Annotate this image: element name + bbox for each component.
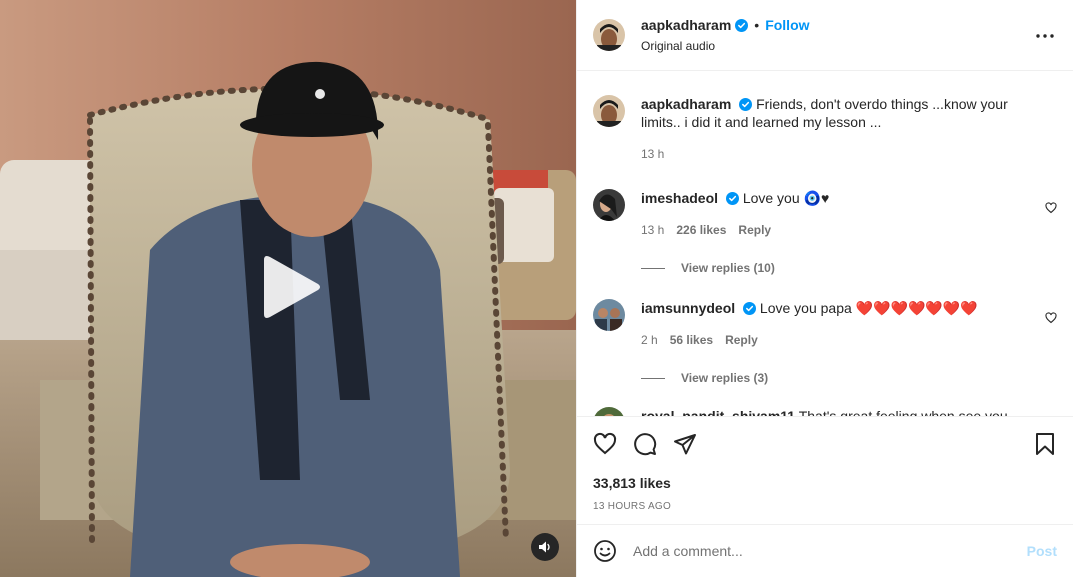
comments-list[interactable]: aapkadharam Friends, don't overdo things… [577, 71, 1073, 416]
comment-heart-icon[interactable] [1045, 311, 1057, 324]
comment-time[interactable]: 2 h [641, 331, 658, 349]
commenter-username[interactable]: royal_pandit_shivam11 [641, 408, 795, 416]
commenter-avatar[interactable] [593, 189, 625, 221]
verified-badge-icon [739, 97, 753, 111]
comment-input[interactable] [633, 543, 1027, 559]
post-sidebar: aapkadharam • Follow Original audio aapk… [576, 0, 1073, 577]
emoji-icon[interactable] [593, 539, 617, 563]
caption-info: 13 h [641, 145, 1041, 163]
follow-button[interactable]: Follow [765, 17, 809, 33]
comment-text: imeshadeol Love you 🧿♥ [641, 189, 1041, 207]
bookmark-icon[interactable] [1033, 432, 1057, 456]
view-replies-label: View replies (3) [681, 371, 769, 385]
separator-dot: • [754, 17, 760, 33]
comment-item: iamsunnydeol Love you papa ❤️❤️❤️❤️❤️❤️❤… [593, 291, 1057, 349]
post-timestamp[interactable]: 13 HOURS AGO [577, 491, 1073, 524]
author-avatar[interactable] [593, 95, 625, 127]
comment-content: That's great feeling when see you [798, 408, 1008, 416]
reply-button[interactable]: Reply [738, 221, 771, 239]
comment-likes[interactable]: 226 likes [676, 221, 726, 239]
share-icon[interactable] [673, 432, 697, 456]
caption-text: aapkadharam Friends, don't overdo things… [641, 95, 1041, 131]
comment-time[interactable]: 13 h [641, 221, 664, 239]
verified-badge-icon [725, 191, 739, 205]
audio-label[interactable]: Original audio [641, 39, 810, 53]
comment-heart-icon[interactable] [1045, 201, 1057, 214]
more-options-icon[interactable] [1035, 26, 1055, 46]
comment-info: 2 h 56 likes Reply [641, 331, 1041, 349]
video-player[interactable] [0, 0, 576, 577]
comment-text: royal_pandit_shivam11 That's great feeli… [641, 407, 1041, 416]
reply-button[interactable]: Reply [725, 331, 758, 349]
action-bar [577, 416, 1073, 471]
comment-likes[interactable]: 56 likes [670, 331, 713, 349]
commenter-username[interactable]: iamsunnydeol [641, 300, 735, 316]
author-username[interactable]: aapkadharam [641, 17, 731, 33]
comment-content: Love you 🧿♥ [742, 190, 830, 206]
view-replies-button[interactable]: View replies (3) [641, 371, 1057, 385]
comment-body: royal_pandit_shivam11 That's great feeli… [641, 399, 1041, 416]
commenter-avatar[interactable] [593, 407, 625, 416]
verified-badge-icon [735, 18, 749, 32]
post-header: aapkadharam • Follow Original audio [577, 0, 1073, 71]
caption-time[interactable]: 13 h [641, 145, 664, 163]
post-button[interactable]: Post [1027, 543, 1057, 559]
comment-body: iamsunnydeol Love you papa ❤️❤️❤️❤️❤️❤️❤… [641, 291, 1041, 349]
sound-icon[interactable] [531, 533, 559, 561]
likes-count[interactable]: 33,813 likes [577, 471, 1073, 491]
comment-icon[interactable] [633, 432, 657, 456]
view-replies-button[interactable]: View replies (10) [641, 261, 1057, 275]
comment-composer: Post [577, 524, 1073, 577]
comment-item: imeshadeol Love you 🧿♥ 13 h 226 likes Re… [593, 181, 1057, 239]
caption-body: aapkadharam Friends, don't overdo things… [641, 87, 1041, 163]
caption-username[interactable]: aapkadharam [641, 96, 731, 112]
view-replies-label: View replies (10) [681, 261, 775, 275]
comment-item: royal_pandit_shivam11 That's great feeli… [593, 399, 1057, 416]
comment-info: 13 h 226 likes Reply [641, 221, 1041, 239]
author-row: aapkadharam • Follow [641, 17, 810, 33]
replies-line [641, 377, 665, 379]
heart-icon[interactable] [593, 432, 617, 456]
commenter-avatar[interactable] [593, 299, 625, 331]
comment-body: imeshadeol Love you 🧿♥ 13 h 226 likes Re… [641, 181, 1041, 239]
comment-content: Love you papa ❤️❤️❤️❤️❤️❤️❤️ [759, 300, 978, 316]
commenter-username[interactable]: imeshadeol [641, 190, 718, 206]
comment-text: iamsunnydeol Love you papa ❤️❤️❤️❤️❤️❤️❤… [641, 299, 1041, 317]
replies-line [641, 267, 665, 269]
header-meta: aapkadharam • Follow Original audio [641, 17, 810, 53]
author-avatar[interactable] [593, 19, 625, 51]
verified-badge-icon [743, 301, 757, 315]
caption: aapkadharam Friends, don't overdo things… [593, 87, 1057, 163]
play-icon[interactable] [258, 254, 322, 320]
